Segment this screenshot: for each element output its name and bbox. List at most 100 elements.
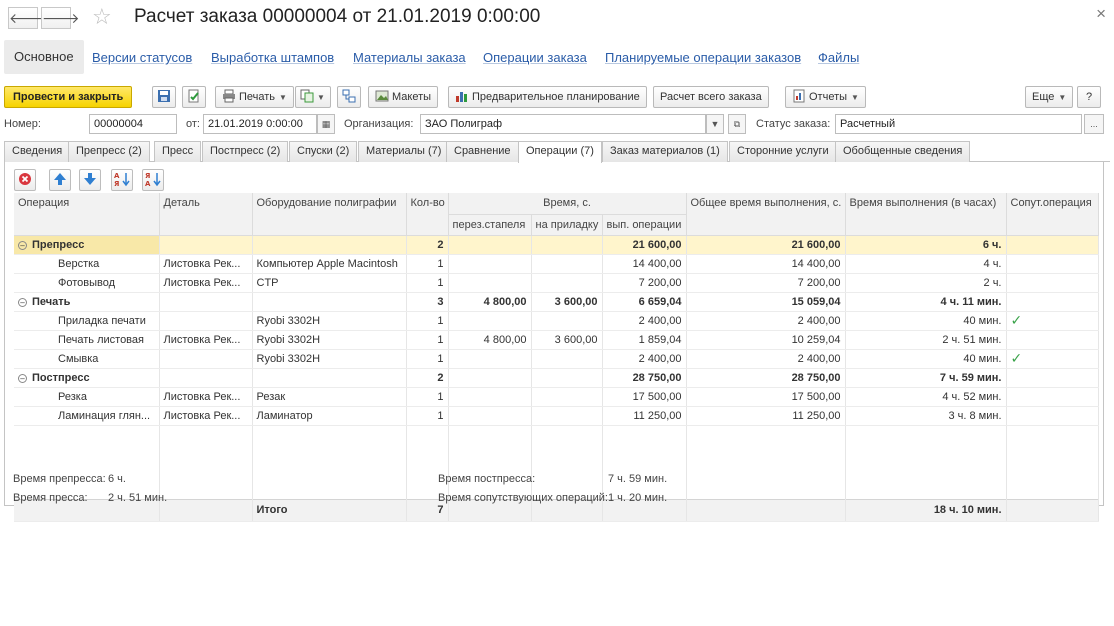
favorite-star-icon[interactable]: ☆ [92,4,112,30]
chevron-down-icon: ▼ [851,93,859,102]
tab-summary[interactable]: Обобщенные сведения [835,141,971,162]
table-row[interactable]: Верстка Листовка Рек... Компьютер Apple M… [14,254,1099,274]
col-exec-time[interactable]: вып. операции [602,214,687,236]
table-row[interactable]: – Постпресс 2 28 750,00 28 750,00 7 ч. 59 … [14,368,1099,388]
title-bar: 🡐 🡒 ☆ Расчет заказа 00000004 от 21.01.20… [0,0,1114,36]
tab-files[interactable]: Файлы [818,50,859,65]
collapse-icon[interactable]: – [18,373,27,383]
back-button[interactable]: 🡐 [8,7,47,29]
collapse-icon[interactable]: – [18,240,27,250]
organization-label: Организация: [344,118,414,130]
col-total-time[interactable]: Общее время выполнения, с. [686,193,846,236]
table-row[interactable]: Печать листовая Листовка Рек... Ryobi 330… [14,330,1099,350]
forward-button[interactable]: 🡒 [41,7,80,29]
calendar-icon[interactable]: ▦ [317,114,335,134]
tab-impositions[interactable]: Спуски (2) [289,141,358,162]
tab-operations[interactable]: Операции (7) [518,141,602,163]
tab-materials[interactable]: Материалы (7) [358,141,450,162]
move-down-button[interactable] [79,169,101,191]
structure-button[interactable] [337,86,361,108]
delete-icon [19,173,31,185]
arrow-up-icon [54,173,66,185]
layouts-button[interactable]: Макеты [368,86,439,108]
order-status-label: Статус заказа: [756,118,831,130]
col-detail[interactable]: Деталь [159,193,253,236]
checkmark-icon: ✓ [1010,312,1023,328]
print-dropdown[interactable]: Печать ▼ [215,86,294,108]
table-empty-area [14,425,1099,499]
ellipsis-icon[interactable]: ... [1084,114,1104,134]
col-operation[interactable]: Операция [14,193,160,236]
move-up-button[interactable] [49,169,71,191]
sort-descending-icon: ЯА [145,172,161,188]
table-row[interactable]: Смывка Ryobi 3302H 1 2 400,00 2 400,00 40… [14,349,1099,369]
svg-text:Я: Я [145,172,150,180]
date-field[interactable]: 21.01.2019 0:00:00 [203,114,317,134]
preliminary-planning-button[interactable]: Предварительное планирование [448,86,647,108]
postpress-time-label: Время постпресса: [438,473,536,485]
tab-order-materials[interactable]: Материалы заказа [353,50,466,65]
order-status-field[interactable]: Расчетный [835,114,1082,134]
chevron-down-icon[interactable]: ▼ [706,114,724,134]
table-row[interactable]: Приладка печати Ryobi 3302H 1 2 400,00 2… [14,311,1099,331]
chevron-down-icon: ▼ [279,93,287,102]
col-accompanying[interactable]: Сопут.операция [1006,193,1099,236]
save-button[interactable] [152,86,176,108]
create-based-on-dropdown[interactable]: ▼ [295,86,331,108]
tab-planned-operations[interactable]: Планируемые операции заказов [605,50,801,65]
col-makeready-time[interactable]: на приладку [531,214,603,236]
tab-comparison[interactable]: Сравнение [446,141,519,162]
table-row[interactable]: Ламинация глян... Листовка Рек... Ламинат… [14,406,1099,426]
operations-panel: АЯ ЯА Операция Деталь Оборудование полиг… [4,162,1104,522]
sort-asc-button[interactable]: АЯ [111,169,133,191]
col-qty[interactable]: Кол-во [406,193,449,236]
post-and-close-button[interactable]: Провести и закрыть [4,86,133,108]
reports-dropdown[interactable]: Отчеты ▼ [785,86,866,108]
col-equipment[interactable]: Оборудование полиграфии [252,193,407,236]
image-icon [375,90,389,102]
press-time-label: Время пресса: [13,492,88,504]
delete-button[interactable] [14,169,36,191]
col-stack-time[interactable]: перез.стапеля [448,214,532,236]
svg-text:А: А [145,180,151,187]
table-row[interactable]: – Печать 34 800,00 3 600,00 6 659,04 15 05… [14,292,1099,312]
table-row[interactable]: Резка Листовка Рек... Резак 1 17 500,00 1… [14,387,1099,407]
table-row[interactable]: – Препресс 2 21 600,00 21 600,00 6 ч. [14,235,1099,255]
create-based-icon [300,89,314,103]
tab-prepress[interactable]: Препресс (2) [68,141,150,162]
tab-main[interactable]: Основное [4,40,84,74]
tab-stamp-output[interactable]: Выработка штампов [211,50,334,65]
calc-order-button[interactable]: Расчет всего заказа [653,86,769,108]
header-fields: Номер: 00000004 от: 21.01.2019 0:00:00 ▦… [0,114,1114,136]
postpress-time-value: 7 ч. 59 мин. [608,473,668,485]
tab-info[interactable]: Сведения [4,141,71,162]
table-row[interactable]: Фотовывод Листовка Рек... CTP 1 7 200,00 … [14,273,1099,293]
tab-status-versions[interactable]: Версии статусов [92,50,192,65]
tab-order-operations[interactable]: Операции заказа [483,50,587,65]
number-field[interactable]: 00000004 [89,114,177,134]
organization-field[interactable]: ЗАО Полиграф [420,114,706,134]
tab-postpress[interactable]: Постпресс (2) [202,141,289,162]
close-icon[interactable]: × [1096,4,1106,24]
open-icon[interactable]: ⧉ [728,114,746,134]
operations-table: Операция Деталь Оборудование полиграфии … [14,193,1099,626]
post-button[interactable] [182,86,206,108]
toolbar: Провести и закрыть Печать ▼ ▼ Макеты Пред… [0,86,1114,108]
post-document-icon [188,89,199,103]
chevron-down-icon: ▼ [317,93,325,102]
col-hours[interactable]: Время выполнения (в часах) [845,193,1007,236]
checkmark-icon: ✓ [1010,350,1023,366]
tab-press[interactable]: Пресс [154,141,202,162]
prepress-time-label: Время препресса: [13,473,106,485]
tab-third-party-services[interactable]: Сторонние услуги [729,141,837,162]
bar-chart-icon [456,92,467,102]
tab-material-orders[interactable]: Заказ материалов (1) [602,141,728,162]
more-dropdown[interactable]: Еще ▼ [1025,86,1074,108]
accompanying-time-label: Время сопутствующих операций: [438,492,608,504]
help-button[interactable]: ? [1077,86,1101,108]
collapse-icon[interactable]: – [18,297,27,307]
hierarchy-icon [342,89,356,103]
date-label: от: [186,118,200,130]
sort-desc-button[interactable]: ЯА [142,169,164,191]
svg-text:А: А [114,172,120,180]
